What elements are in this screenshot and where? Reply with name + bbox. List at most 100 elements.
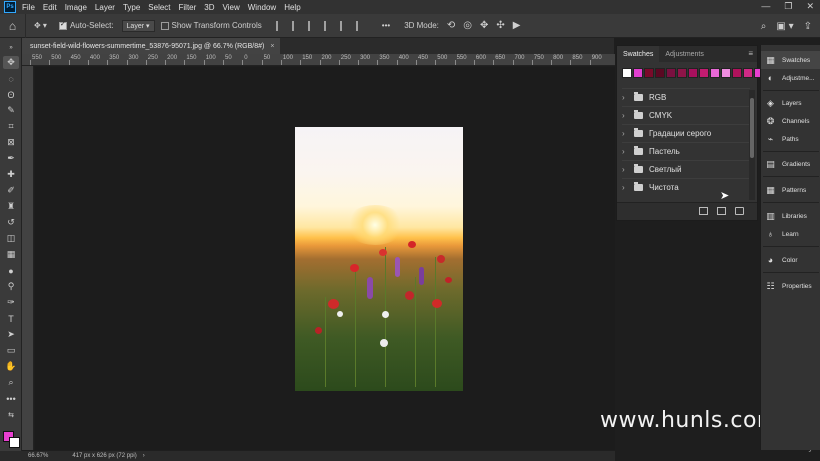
menu-type[interactable]: Type [123,3,140,12]
swatch-folder-pastel[interactable]: › Пастель [622,142,750,159]
swatches-scrollbar[interactable] [749,90,755,200]
align-left-icon[interactable] [275,20,286,31]
3d-roll-icon[interactable]: ◎ [463,20,472,31]
brush-tool-icon[interactable]: ✐ [3,184,19,197]
dock-paths[interactable]: ⌁ Paths [761,130,820,148]
align-center-icon[interactable] [291,20,302,31]
status-arrow-icon[interactable]: › [143,453,145,459]
zoom-readout[interactable]: 66.67% [28,453,48,459]
home-icon[interactable]: ⌂ [0,13,26,38]
align-right-icon[interactable] [307,20,318,31]
recent-swatch[interactable] [721,68,731,78]
pen-tool-icon[interactable]: ✑ [3,296,19,309]
menu-help[interactable]: Help [284,3,300,12]
default-colors-icon[interactable]: ⇆ [3,408,19,421]
tab-swatches[interactable]: Swatches [617,46,660,62]
recent-swatch[interactable] [710,68,720,78]
rectangle-tool-icon[interactable]: ▭ [3,344,19,357]
recent-swatch[interactable] [688,68,698,78]
zoom-tool-icon[interactable]: ⌕ [3,376,19,389]
recent-swatch[interactable] [699,68,709,78]
dock-patterns[interactable]: ▦ Patterns [761,181,820,199]
swatch-folder-cmyk[interactable]: › CMYK [622,106,750,123]
document-image[interactable] [295,127,463,391]
gradient-tool-icon[interactable]: ▦ [3,248,19,261]
blur-tool-icon[interactable]: ● [3,264,19,277]
lasso-tool-icon[interactable]: ʘ [3,88,19,101]
swatch-folder-rgb[interactable]: › RGB [622,88,750,105]
recent-swatch[interactable] [677,68,687,78]
dock-layers[interactable]: ◈ Layers [761,94,820,112]
move-tool-preset-icon[interactable]: ✥ ▾ [34,21,47,30]
dock-adjustments[interactable]: ◐ Adjustme... [761,69,820,87]
scrollbar-thumb[interactable] [750,98,754,158]
swatch-folder-light[interactable]: › Светлый [622,160,750,177]
recent-swatch[interactable] [732,68,742,78]
align-top-icon[interactable] [323,20,334,31]
marquee-tool-icon[interactable]: ◌ [3,72,19,85]
menu-select[interactable]: Select [148,3,170,12]
show-transform-checkbox[interactable]: Show Transform Controls [160,21,262,30]
new-swatch-icon[interactable] [717,207,726,215]
close-tab-icon[interactable]: × [270,43,274,50]
dock-properties[interactable]: ☷ Properties [761,277,820,295]
menu-window[interactable]: Window [248,3,276,12]
3d-orbit-icon[interactable]: ⟲ [447,20,455,31]
more-options-icon[interactable]: ••• [382,21,390,30]
new-group-folder-icon[interactable] [699,207,708,215]
align-middle-icon[interactable] [339,20,350,31]
recent-swatch[interactable] [633,68,643,78]
3d-slide-icon[interactable]: ✣ [496,20,504,31]
eyedropper-tool-icon[interactable]: ✒ [3,152,19,165]
dock-channels[interactable]: ❂ Channels [761,112,820,130]
horizontal-ruler[interactable]: 550 500 450 400 350 300 250 200 150 100 50 0 50 100 15… [22,54,615,66]
menu-edit[interactable]: Edit [43,3,57,12]
recent-swatch[interactable] [644,68,654,78]
frame-tool-icon[interactable]: ⊠ [3,136,19,149]
menu-view[interactable]: View [223,3,240,12]
swatch-folder-pure[interactable]: › Чистота [622,178,750,195]
recent-swatch[interactable] [743,68,753,78]
type-tool-icon[interactable]: T [3,312,19,325]
3d-pan-icon[interactable]: ✥ [480,20,488,31]
dodge-tool-icon[interactable]: ⚲ [3,280,19,293]
search-icon[interactable]: ⌕ [761,21,767,32]
healing-brush-tool-icon[interactable]: ✚ [3,168,19,181]
hand-tool-icon[interactable]: ✋ [3,360,19,373]
menu-file[interactable]: File [22,3,35,12]
path-selection-tool-icon[interactable]: ➤ [3,328,19,341]
trash-icon[interactable] [735,207,744,215]
share-icon[interactable]: ⇪ [804,21,812,32]
dock-color[interactable]: ◕ Color [761,251,820,269]
dock-swatches[interactable]: ▦ Swatches [761,51,820,69]
background-color-swatch[interactable] [9,437,20,448]
auto-select-target-dropdown[interactable]: Layer ▾ [121,19,155,32]
recent-swatch[interactable] [655,68,665,78]
toolbar-collapse-icon[interactable]: » [3,41,19,54]
history-brush-tool-icon[interactable]: ↺ [3,216,19,229]
vertical-ruler[interactable] [22,66,34,450]
menu-layer[interactable]: Layer [95,3,115,12]
maximize-icon[interactable]: ❐ [784,1,792,12]
workspace-icon[interactable]: ▣ ▾ [776,21,793,32]
panel-menu-icon[interactable]: ≡ [748,49,753,58]
crop-tool-icon[interactable]: ⌗ [3,120,19,133]
align-bottom-icon[interactable] [355,20,366,31]
tab-adjustments[interactable]: Adjustments [659,46,710,62]
menu-3d[interactable]: 3D [204,3,214,12]
clone-stamp-tool-icon[interactable]: ♜ [3,200,19,213]
3d-video-icon[interactable]: ▶ [513,20,521,31]
dock-gradients[interactable]: ▤ Gradients [761,155,820,173]
quick-select-tool-icon[interactable]: ✎ [3,104,19,117]
menu-image[interactable]: Image [65,3,87,12]
minimize-icon[interactable]: — [761,1,770,12]
swatch-folder-grayscale[interactable]: › Градации серого [622,124,750,141]
recent-swatch[interactable] [666,68,676,78]
edit-toolbar-icon[interactable]: ••• [3,392,19,405]
recent-swatch[interactable] [622,68,632,78]
eraser-tool-icon[interactable]: ◫ [3,232,19,245]
auto-select-checkbox[interactable]: Auto-Select: [58,20,114,30]
dock-learn[interactable]: ♁ Learn [761,225,820,243]
document-tab[interactable]: sunset-field-wild-flowers-summertime_538… [22,38,280,54]
move-tool-icon[interactable]: ✥ [3,56,19,69]
